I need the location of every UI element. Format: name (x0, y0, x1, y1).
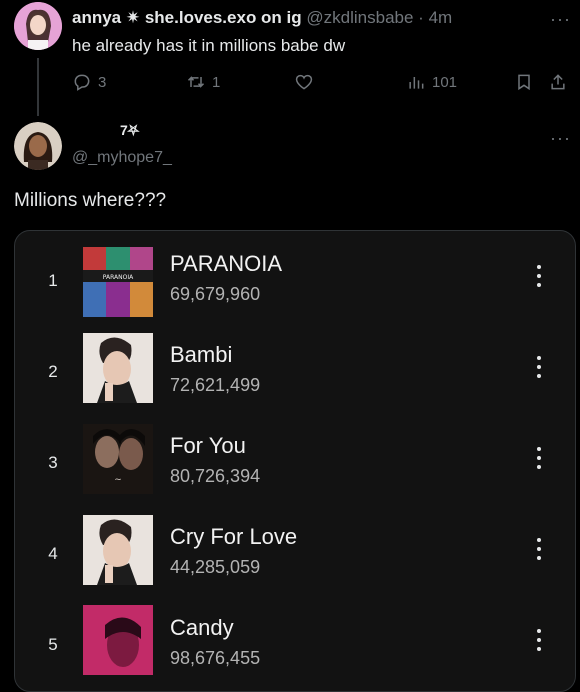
candy-album-art (83, 605, 153, 675)
track-title: For You (170, 433, 246, 458)
track-rank: 4 (48, 544, 58, 563)
tweet1-text: he already has it in millions babe dw (72, 36, 346, 55)
retweet-icon (187, 76, 205, 88)
heart-icon (295, 74, 313, 90)
tweet1-handle[interactable]: @zkdlinsbabe (306, 8, 413, 27)
tweet1-actions: 3 1 101 (72, 71, 572, 95)
track-title: PARANOIA (170, 251, 283, 276)
tweet2-text: Millions where??? (14, 190, 167, 211)
views-button[interactable]: 101 (406, 72, 457, 92)
retweet-button[interactable]: 1 (186, 72, 220, 92)
track-options-button[interactable] (533, 265, 545, 293)
track-row[interactable]: 2 Bambi 72,621,499 (15, 332, 575, 414)
svg-text:PARANOIA: PARANOIA (103, 274, 134, 281)
track-plays: 98,676,455 (170, 648, 261, 668)
track-rank: 2 (48, 362, 58, 381)
views-count: 101 (432, 73, 458, 91)
track-plays: 69,679,960 (170, 284, 261, 304)
tweet2-more-button[interactable]: ··· (550, 129, 571, 147)
tweet1-header: annya ✷ she.loves.exo on ig @zkdlinsbabe… (72, 8, 452, 28)
reply-button[interactable]: 3 (72, 72, 106, 92)
track-options-button[interactable] (533, 629, 545, 657)
for-you-album-art: ~ (83, 424, 153, 494)
track-options-button[interactable] (533, 538, 545, 566)
reply-count: 3 (98, 73, 107, 91)
track-options-button[interactable] (533, 356, 545, 384)
tweet2-display-name[interactable]: 7⛧ (120, 122, 139, 139)
track-rank: 5 (48, 635, 58, 654)
track-title: Cry For Love (170, 524, 298, 549)
retweet-count: 1 (212, 73, 221, 91)
bookmark-icon (518, 74, 530, 91)
track-row[interactable]: 4 Cry For Love 44,285,059 (15, 514, 575, 596)
track-row[interactable]: 5 Candy 98,676,455 (15, 605, 575, 687)
track-plays: 72,621,499 (170, 375, 261, 395)
svg-text:~: ~ (114, 475, 122, 485)
share-icon (551, 74, 565, 90)
track-rank: 3 (48, 453, 58, 472)
reply-icon (74, 74, 90, 91)
tweet1-separator: · (418, 8, 424, 27)
track-plays: 80,726,394 (170, 466, 261, 486)
track-title: Candy (170, 615, 234, 640)
share-button[interactable] (548, 72, 568, 92)
track-options-button[interactable] (533, 447, 545, 475)
track-rank: 1 (48, 271, 58, 290)
tweet1-time[interactable]: 4m (429, 8, 453, 27)
tweet1-display-name[interactable]: annya ✷ she.loves.exo on ig (72, 8, 302, 27)
top-tracks-card[interactable]: 1 PARANOIA PARANOIA 69,679,960 2 Bambi 7… (14, 230, 576, 692)
tweet1-more-button[interactable]: ··· (550, 10, 571, 28)
views-icon (409, 77, 424, 89)
thread-line (37, 58, 39, 116)
like-button[interactable] (294, 72, 320, 92)
tweet2-handle[interactable]: @_myhope7_ (72, 149, 172, 167)
cry-for-love-album-art (83, 515, 153, 585)
bambi-album-art (83, 333, 153, 403)
track-row[interactable]: 1 PARANOIA PARANOIA 69,679,960 (15, 241, 575, 323)
track-row[interactable]: 3 ~ For You 80,726,394 (15, 423, 575, 505)
avatar-myhope7[interactable] (14, 122, 62, 170)
paranoia-album-art: PARANOIA (83, 247, 153, 317)
avatar-annya[interactable] (14, 2, 62, 50)
track-plays: 44,285,059 (170, 557, 261, 577)
bookmark-button[interactable] (514, 72, 534, 92)
track-title: Bambi (170, 342, 233, 367)
